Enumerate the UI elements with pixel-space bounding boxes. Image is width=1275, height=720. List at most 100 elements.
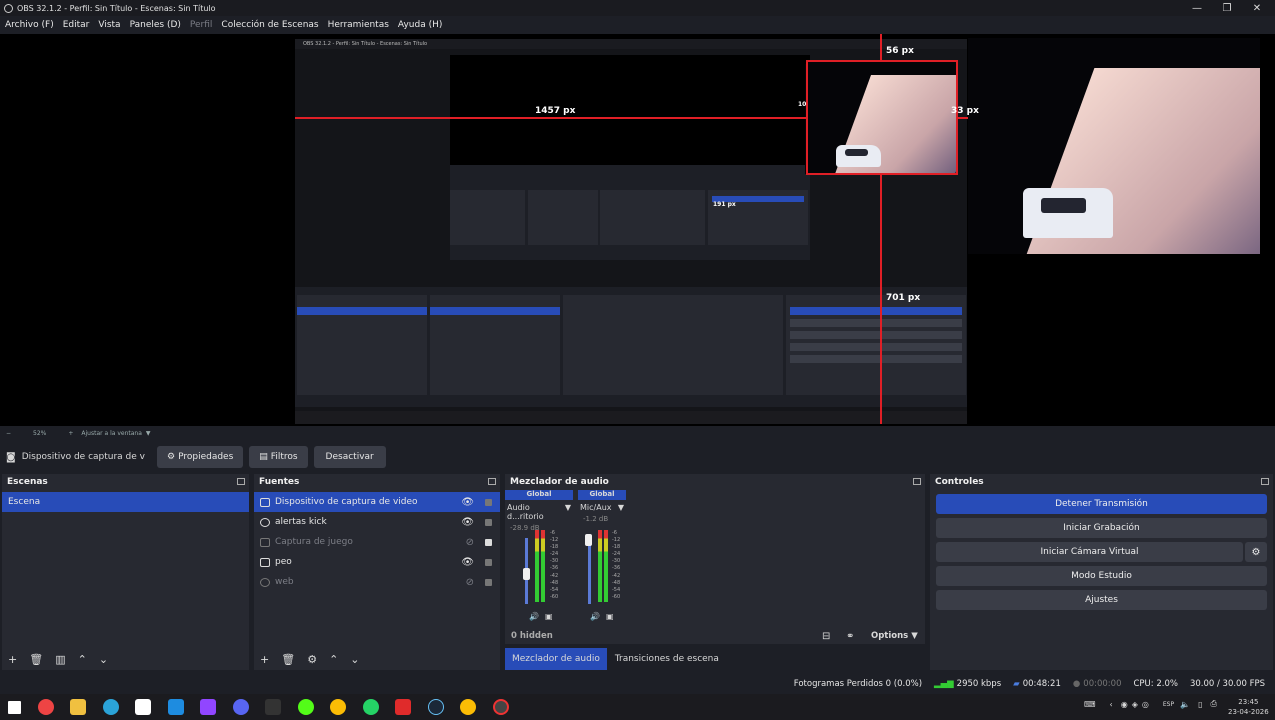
chevron-down-icon[interactable]: ▼ (146, 430, 151, 437)
chevron-down-icon[interactable]: ⌄ (99, 653, 108, 666)
trash-icon[interactable]: 🗑 (29, 653, 43, 666)
deactivate-button[interactable]: Desactivar (313, 446, 386, 468)
source-item[interactable]: alertas kick 👁 (254, 512, 500, 532)
tick-label: -12 (550, 537, 559, 544)
lock-icon[interactable] (485, 519, 492, 526)
zoom-out-button[interactable]: − (6, 430, 11, 437)
chrome-icon[interactable] (330, 699, 346, 715)
lock-icon[interactable] (485, 559, 492, 566)
eye-icon[interactable]: 👁 (461, 557, 474, 568)
menu-editar[interactable]: Editar (63, 20, 90, 30)
scene-item[interactable]: Escena (2, 492, 249, 512)
discord-icon[interactable] (232, 699, 249, 715)
stop-stream-button[interactable]: Detener Transmisión (936, 494, 1267, 514)
selected-source-video[interactable] (806, 60, 958, 174)
whatsapp-icon[interactable] (362, 699, 379, 715)
acrobat-icon[interactable] (395, 699, 411, 715)
source-item[interactable]: web ⊘ (254, 572, 500, 592)
menu-herramientas[interactable]: Herramientas (328, 20, 389, 30)
volume-fader[interactable] (588, 538, 591, 604)
fader-knob[interactable] (523, 568, 530, 580)
battery-icon[interactable]: ▯ (1198, 700, 1202, 709)
dock-icon[interactable] (237, 478, 245, 485)
channel-name-select[interactable]: Audio d...ritorio ▼ (505, 500, 573, 524)
printer-icon[interactable]: ⎙ (1210, 699, 1216, 709)
obs-icon[interactable] (492, 699, 509, 715)
monitor-icon[interactable]: ▣ (545, 612, 553, 621)
source-item[interactable]: Captura de juego ⊘ (254, 532, 500, 552)
menu-coleccion-escenas[interactable]: Colección de Escenas (221, 20, 318, 30)
start-record-button[interactable]: Iniciar Grabación (936, 518, 1267, 538)
kick-icon[interactable] (297, 699, 314, 715)
fader-knob[interactable] (585, 534, 592, 546)
add-icon[interactable]: + (260, 653, 269, 666)
trash-icon[interactable]: 🗑 (281, 653, 295, 666)
sources-title: Fuentes (259, 477, 300, 487)
chrome-icon[interactable] (460, 699, 476, 715)
eye-icon[interactable]: 👁 (461, 497, 474, 508)
edge-icon[interactable] (102, 699, 119, 715)
twitch-icon[interactable] (200, 699, 216, 715)
lock-icon[interactable] (485, 579, 492, 586)
minimize-button[interactable]: — (1182, 0, 1212, 16)
eye-hidden-icon[interactable]: ⊘ (466, 537, 474, 548)
fit-to-window[interactable]: Ajustar a la ventana (81, 430, 142, 437)
eye-icon[interactable]: 👁 (461, 517, 474, 528)
chevron-down-icon: ▼ (617, 503, 624, 512)
store-icon[interactable] (135, 699, 151, 715)
language-indicator[interactable]: ESP (1163, 701, 1174, 708)
clock[interactable]: 23:45 23-04-2026 (1228, 697, 1269, 717)
menu-archivo[interactable]: Archivo (F) (5, 20, 54, 30)
volume-icon[interactable]: 🔈 (1180, 700, 1190, 709)
zoom-in-button[interactable]: + (68, 430, 73, 437)
speaker-icon[interactable]: 🔊 (529, 612, 539, 621)
tray-icons[interactable]: ◉◈◎ (1121, 700, 1153, 709)
steam-icon[interactable] (427, 699, 444, 715)
filter-icon[interactable]: ▥ (55, 653, 65, 666)
options-button[interactable]: Options ▼ (871, 631, 918, 641)
guide-right (958, 117, 968, 119)
menu-vista[interactable]: Vista (98, 20, 120, 30)
tab-transitions[interactable]: Transiciones de escena (607, 648, 727, 670)
app-icon[interactable] (37, 699, 54, 715)
chevron-down-icon[interactable]: ⌄ (350, 653, 359, 666)
menu-ayuda[interactable]: Ayuda (H) (398, 20, 442, 30)
gear-icon[interactable]: ⚙ (1245, 542, 1267, 562)
tab-mixer[interactable]: Mezclador de audio (505, 648, 607, 670)
menu-paneles[interactable]: Paneles (D) (130, 20, 181, 30)
chevron-up-icon[interactable]: ⌃ (329, 653, 338, 666)
folder-icon[interactable] (70, 699, 86, 715)
layout-icon[interactable]: ⊟ (822, 631, 830, 642)
eye-hidden-icon[interactable]: ⊘ (466, 577, 474, 588)
filters-button[interactable]: ▤ Filtros (249, 446, 308, 468)
virtual-cam-button[interactable]: Iniciar Cámara Virtual (936, 542, 1243, 562)
monitor-icon[interactable]: ▣ (606, 612, 614, 621)
keyboard-icon[interactable]: ⌨ (1084, 700, 1096, 709)
lock-icon[interactable] (485, 499, 492, 506)
preview-canvas[interactable]: OBS 32.1.2 - Perfil: Sin Título - Escena… (0, 34, 1275, 426)
source-item[interactable]: peo 👁 (254, 552, 500, 572)
gear-icon[interactable]: ⚙ (307, 653, 317, 666)
chevron-up-icon[interactable]: ⌃ (78, 653, 87, 666)
menu-perfil[interactable]: Perfil (190, 20, 213, 30)
add-icon[interactable]: + (8, 653, 17, 666)
link-icon[interactable]: ⚭ (846, 631, 854, 642)
dock-icon[interactable] (488, 478, 496, 485)
nested-sources-panel (430, 295, 560, 395)
studio-mode-button[interactable]: Modo Estudio (936, 566, 1267, 586)
dock-icon[interactable] (1261, 478, 1269, 485)
speaker-icon[interactable]: 🔊 (590, 612, 600, 621)
source-label: peo (275, 557, 292, 567)
settings-button[interactable]: Ajustes (936, 590, 1267, 610)
lock-icon[interactable] (485, 539, 492, 546)
epic-games-icon[interactable] (265, 699, 281, 715)
chevron-left-icon[interactable]: ‹ (1110, 700, 1113, 709)
dock-icon[interactable] (913, 478, 921, 485)
close-button[interactable]: ✕ (1242, 0, 1272, 16)
channel-name-select[interactable]: Mic/Aux ▼ (578, 500, 626, 515)
maximize-button[interactable]: ❐ (1212, 0, 1242, 16)
properties-button[interactable]: ⚙ Propiedades (157, 446, 244, 468)
source-item[interactable]: Dispositivo de captura de video 👁 (254, 492, 500, 512)
windows-start-icon[interactable] (8, 700, 21, 714)
outlook-icon[interactable] (167, 699, 184, 715)
